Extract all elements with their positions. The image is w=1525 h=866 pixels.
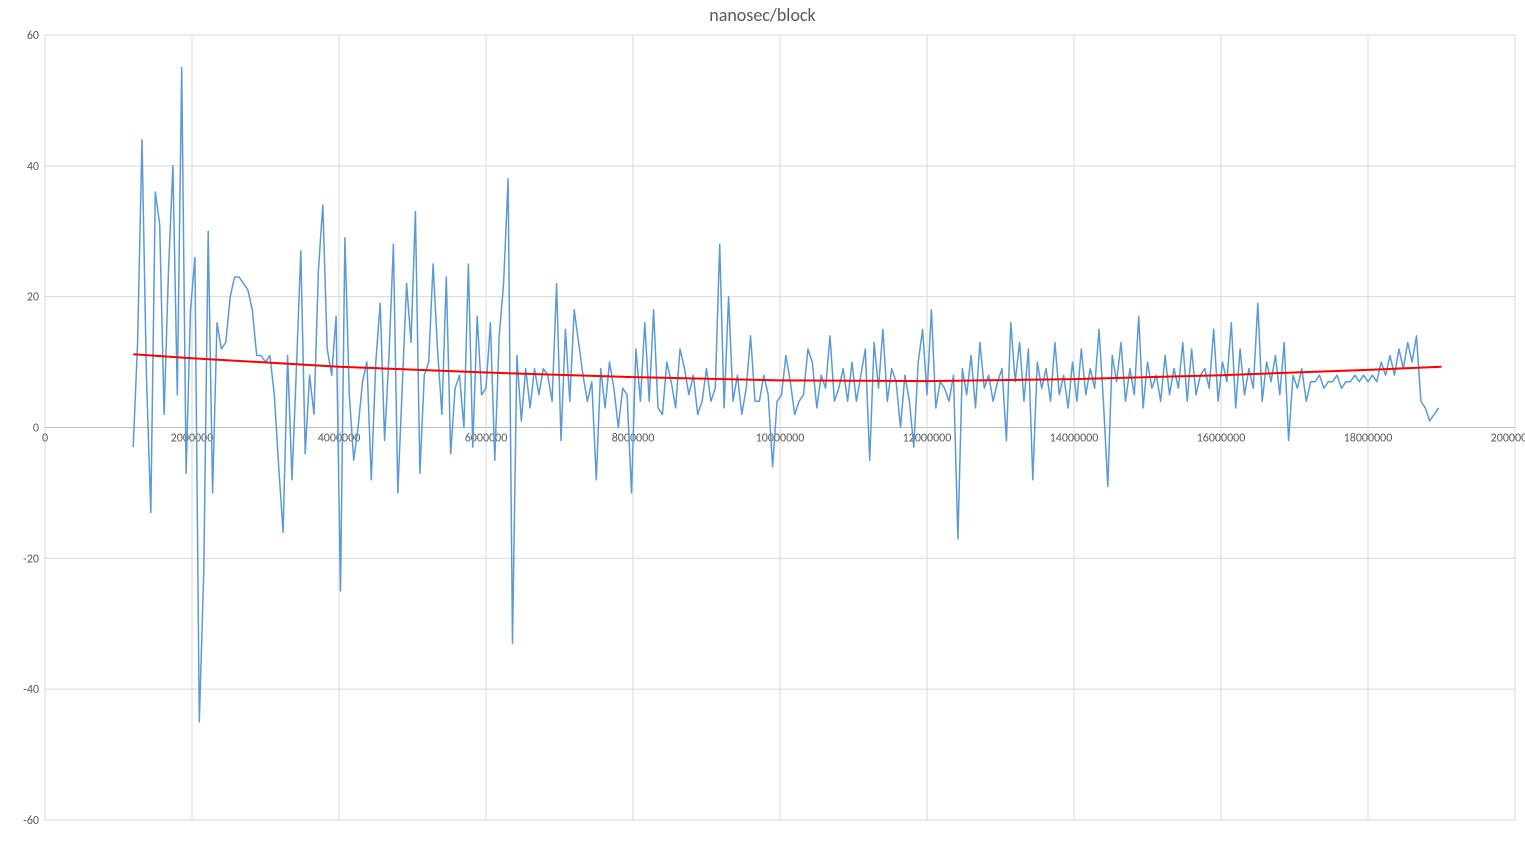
svg-text:60: 60 xyxy=(27,29,39,43)
svg-text:2000000: 2000000 xyxy=(171,432,214,446)
svg-text:40: 40 xyxy=(27,160,39,174)
chart-title: nanosec/block xyxy=(0,4,1525,26)
svg-text:-60: -60 xyxy=(23,814,39,828)
svg-text:6000000: 6000000 xyxy=(465,432,508,446)
svg-text:0: 0 xyxy=(42,432,48,446)
svg-text:-40: -40 xyxy=(23,683,39,697)
svg-text:20: 20 xyxy=(27,291,39,305)
svg-text:4000000: 4000000 xyxy=(318,432,361,446)
svg-text:0: 0 xyxy=(33,422,39,436)
svg-text:-20: -20 xyxy=(23,552,39,566)
chart-container: nanosec/block -60-40-2002040600200000040… xyxy=(0,0,1525,866)
svg-text:10000000: 10000000 xyxy=(756,432,805,446)
chart-svg: -60-40-200204060020000004000000600000080… xyxy=(0,0,1525,866)
svg-text:18000000: 18000000 xyxy=(1344,432,1393,446)
svg-text:14000000: 14000000 xyxy=(1050,432,1099,446)
svg-text:20000000: 20000000 xyxy=(1491,432,1525,446)
svg-text:12000000: 12000000 xyxy=(903,432,952,446)
svg-text:16000000: 16000000 xyxy=(1197,432,1246,446)
